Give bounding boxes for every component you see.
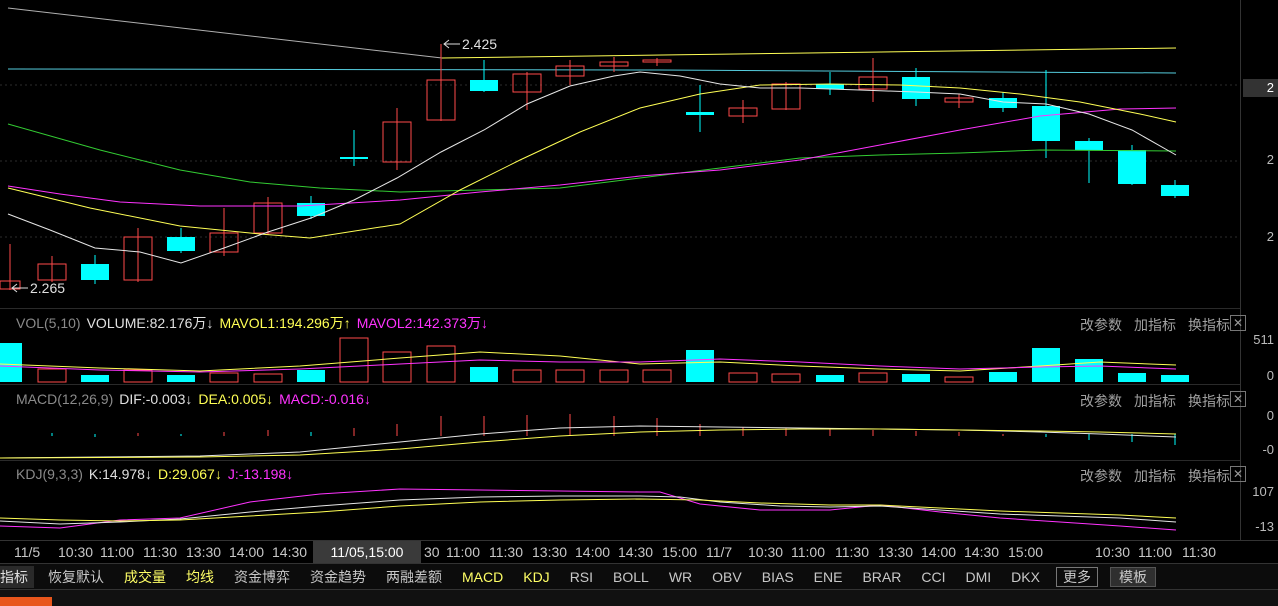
time-label: 11:30 (143, 544, 177, 560)
tab-brar[interactable]: BRAR (852, 566, 911, 588)
tab-dmi[interactable]: DMI (955, 566, 1001, 588)
time-label: 13:30 (878, 544, 914, 560)
indicator-tab-bar: 指标 恢复默认 成交量 均线 资金博弈 资金趋势 两融差额 MACD KDJ R… (0, 563, 1278, 589)
tab-ene[interactable]: ENE (804, 566, 853, 588)
macd-y-label: 0 (1266, 408, 1274, 423)
time-label: 11:00 (446, 544, 480, 560)
time-label: 10:30 (58, 544, 94, 560)
time-label: 11:00 (100, 544, 134, 560)
time-label: 11/5 (14, 544, 41, 560)
time-label: 14:30 (618, 544, 654, 560)
tab-ma[interactable]: 均线 (176, 566, 224, 588)
time-label: 15:00 (1008, 544, 1044, 560)
time-label: 11:00 (791, 544, 825, 560)
macd-y-label: -0 (1262, 442, 1274, 457)
tab-fund-trend[interactable]: 资金趋势 (300, 566, 376, 588)
tab-rsi[interactable]: RSI (560, 566, 603, 588)
time-label: 14:00 (921, 544, 957, 560)
time-label: 14:30 (964, 544, 1000, 560)
time-axis: 11/5 10:30 11:00 11:30 13:30 14:00 14:30… (0, 540, 1278, 563)
time-label: 30 (424, 544, 440, 560)
time-label: 14:00 (575, 544, 611, 560)
time-label: 14:30 (272, 544, 308, 560)
tab-fund-game[interactable]: 资金博弈 (224, 566, 300, 588)
time-label: 13:30 (532, 544, 568, 560)
time-label: 11/7 (706, 544, 733, 560)
tab-margin-diff[interactable]: 两融差额 (376, 566, 452, 588)
time-label: 15:00 (662, 544, 698, 560)
time-label: 11:30 (1182, 544, 1216, 560)
more-button[interactable]: 更多 (1055, 566, 1098, 587)
time-label: 10:30 (748, 544, 784, 560)
time-label: 10:30 (1095, 544, 1131, 560)
bottom-scrollbar[interactable] (0, 589, 1278, 606)
tab-boll[interactable]: BOLL (603, 566, 659, 588)
tab-wr[interactable]: WR (659, 566, 702, 588)
tab-obv[interactable]: OBV (702, 566, 752, 588)
time-label: 13:30 (186, 544, 222, 560)
time-label: 14:00 (229, 544, 265, 560)
time-label: 11:30 (489, 544, 523, 560)
kdj-y-label: -13 (1255, 519, 1274, 534)
kdj-chart (0, 488, 1177, 531)
time-label: 11:30 (835, 544, 869, 560)
j-line (0, 488, 1177, 531)
time-label: 11:00 (1138, 544, 1172, 560)
cursor-time-label: 11/05,15:00 (313, 541, 421, 563)
tab-bias[interactable]: BIAS (752, 566, 804, 588)
tab-dkx[interactable]: DKX (1001, 566, 1050, 588)
tab-indicator[interactable]: 指标 (0, 565, 34, 588)
tab-volume[interactable]: 成交量 (114, 566, 176, 588)
tab-kdj[interactable]: KDJ (513, 566, 559, 588)
y-label: 2 (1266, 80, 1274, 95)
tab-macd[interactable]: MACD (452, 566, 513, 588)
y-label: 2 (1266, 152, 1274, 167)
vol-y-label: 0 (1266, 368, 1274, 383)
kdj-y-label: 107 (1252, 484, 1274, 499)
y-label: 2 (1266, 229, 1274, 244)
tab-cci[interactable]: CCI (911, 566, 955, 588)
template-button[interactable]: 模板 (1109, 566, 1156, 587)
vol-y-label: 511 (1253, 332, 1274, 347)
tab-restore-default[interactable]: 恢复默认 (38, 566, 114, 588)
progress-indicator (0, 597, 52, 606)
y-axis: 2 2 2 511 0 0 -0 107 -13 (1240, 0, 1278, 540)
